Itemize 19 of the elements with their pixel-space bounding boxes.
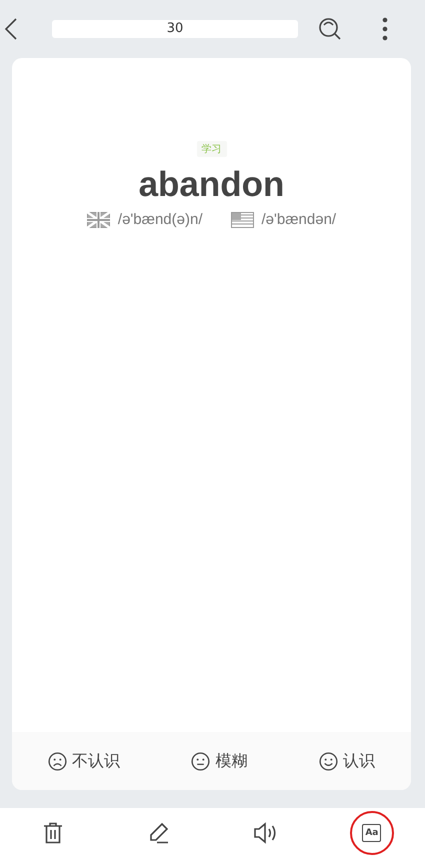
- back-button[interactable]: [4, 17, 18, 41]
- pronunciation-button[interactable]: /ə'bændən/: [230, 211, 336, 228]
- tag: 学习: [196, 141, 226, 157]
- rating-button[interactable]: 不认识: [48, 750, 120, 772]
- word-title: abandon: [138, 165, 284, 205]
- pronunciation-button[interactable]: /ə'bænd(ə)n/: [86, 211, 202, 228]
- face-icon: [319, 752, 338, 770]
- face-icon: [48, 752, 67, 770]
- rating-button[interactable]: 模糊: [191, 750, 248, 772]
- face-icon: [191, 752, 210, 770]
- flag-icon: [230, 212, 254, 228]
- more-button[interactable]: [382, 17, 388, 41]
- rating-button[interactable]: 认识: [319, 750, 376, 772]
- flag-icon: [86, 212, 110, 228]
- font-button[interactable]: Aa: [350, 811, 394, 855]
- pencil-icon: [148, 822, 170, 844]
- trash-icon: [43, 822, 64, 844]
- progress-counter: 30: [52, 20, 298, 38]
- search-button[interactable]: [318, 17, 342, 41]
